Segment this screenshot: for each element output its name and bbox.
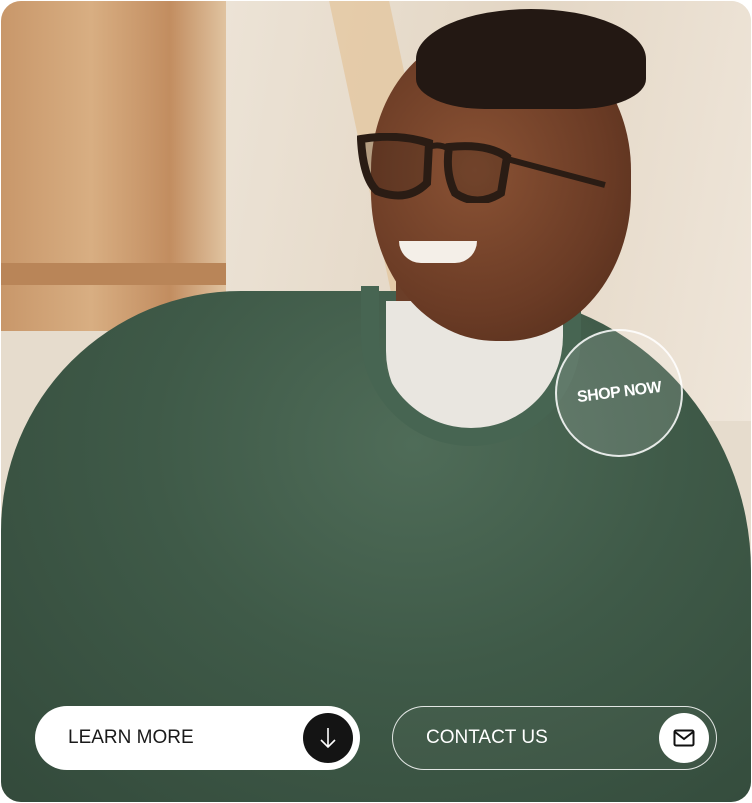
learn-more-button[interactable]: LEARN MORE — [35, 706, 360, 770]
hero-banner: SHOP NOW LEARN MORE CONTACT US — [1, 1, 751, 802]
smile — [399, 241, 477, 263]
contact-us-button[interactable]: CONTACT US — [392, 706, 717, 770]
learn-more-label: LEARN MORE — [68, 727, 194, 748]
arrow-down-icon — [303, 713, 353, 763]
contact-us-label: CONTACT US — [426, 727, 548, 748]
envelope-icon — [659, 713, 709, 763]
glasses — [357, 133, 606, 203]
shop-now-label: SHOP NOW — [575, 378, 662, 407]
shelf — [1, 263, 226, 285]
hair — [416, 9, 646, 109]
shop-now-button[interactable]: SHOP NOW — [555, 329, 683, 457]
